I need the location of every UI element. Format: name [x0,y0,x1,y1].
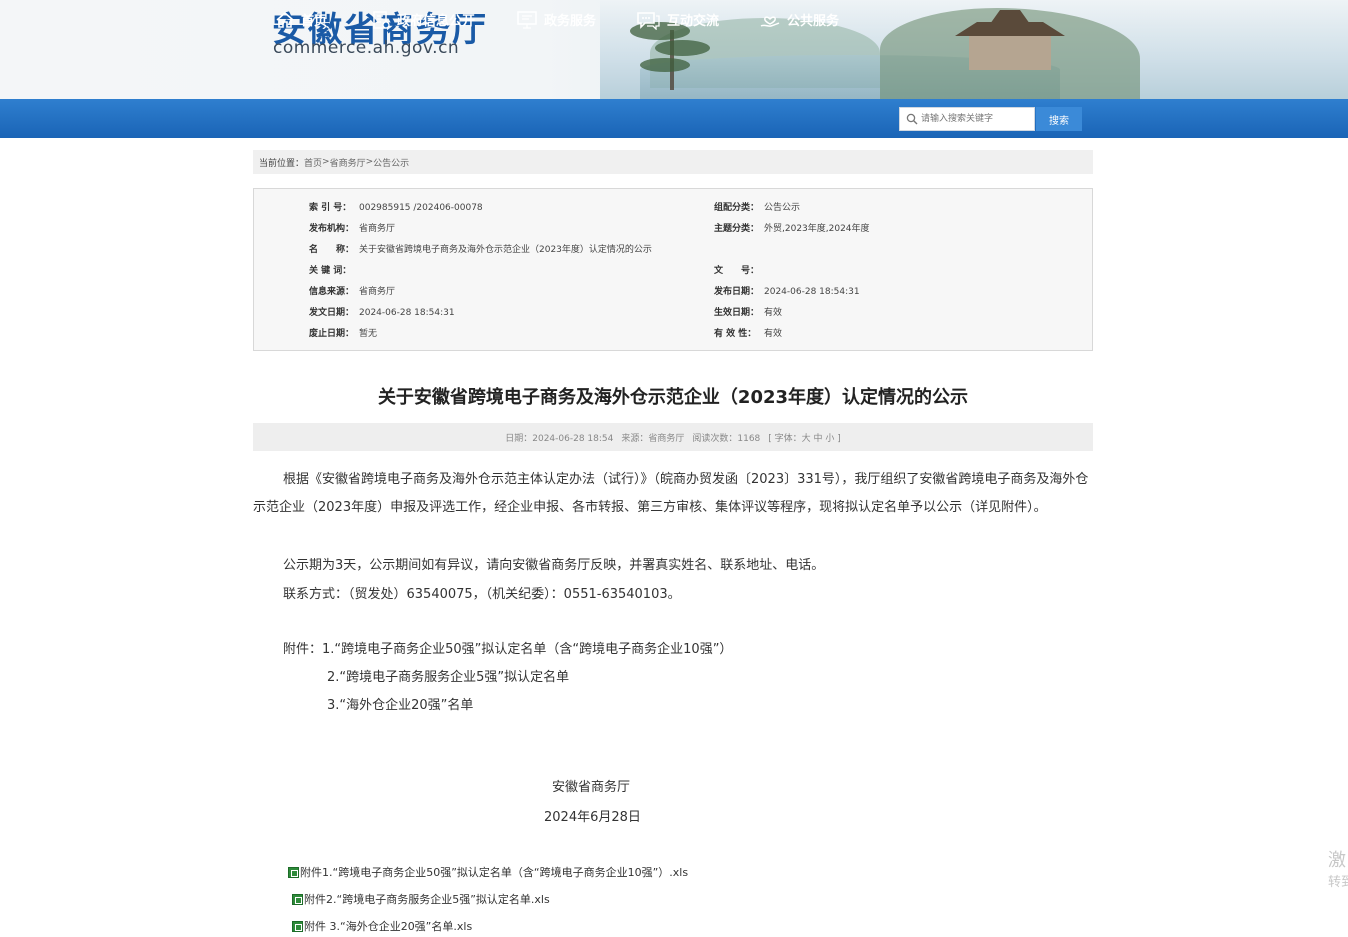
article-source: 来源：省商务厅 [621,433,685,444]
banner-temple [955,10,1065,70]
meta-effective-date: 生效日期： 有效 [714,308,783,318]
document-metadata: 索 引 号： 002985915 /202406-00078 发布机构： 省商务厅 … [253,188,1093,351]
nav-item-label: 政府信息公开 [397,14,476,29]
article-paragraph: 公示期为3天，公示期间如有异议，请向安徽省商务厅反映，并署真实姓名、联系地址、电… [283,558,825,573]
activation-watermark: 激 [1328,850,1346,871]
meta-source: 信息来源： 省商务厅 [309,287,396,297]
meta-doc-number: 文 号： [714,266,760,276]
attachment-list-item: 2.“跨境电子商务服务企业5强”拟认定名单 [327,670,570,685]
meta-publish-date: 发布日期： 2024-06-28 18:54:31 [714,287,860,297]
signature-org: 安徽省商务厅 [552,780,631,795]
search-icon [906,113,918,125]
meta-issue-date: 发文日期： 2024-06-28 18:54:31 [309,308,455,318]
attachment-file-link[interactable]: 附件1.“跨境电子商务企业50强”拟认定名单（含“跨境电子商务企业10强”）.x… [288,864,688,880]
excel-file-icon [292,920,303,932]
article-views: 阅读次数：1168 [692,433,761,444]
meta-name: 名 称： 关于安徽省跨境电子商务及海外仓示范企业（2023年度）认定情况的公示 [309,245,652,255]
breadcrumb: 当前位置： 首页 > 省商务厅 > 公告公示 [253,150,1093,174]
chat-icon [637,11,660,30]
nav-item-interaction[interactable]: 互动交流 [635,0,719,39]
article-date: 日期：2024-06-28 18:54 [505,433,614,444]
nav-item-gov-info[interactable]: 政府信息公开 [371,0,475,39]
nav-item-label: 互动交流 [667,14,720,29]
search-box [899,107,1035,131]
attachment-file-link[interactable]: 附件2.“跨境电子商务服务企业5强”拟认定名单.xls [292,891,550,907]
article-info-bar: 日期：2024-06-28 18:54 来源：省商务厅 阅读次数：1168 [ … [253,423,1093,451]
nav-item-home[interactable]: 首页 [275,0,327,39]
search-input[interactable] [921,110,1033,128]
monitor-icon [517,10,537,29]
activation-watermark-sub: 转到 [1328,875,1348,890]
meta-index: 索 引 号： 002985915 /202406-00078 [309,203,483,213]
attachment-list-item: 附件：1.“跨境电子商务企业50强”拟认定名单（含“跨境电子商务企业10强”） [283,642,733,657]
meta-keywords: 关 键 词： [309,266,352,276]
excel-file-icon [292,893,303,905]
article-paragraph: 根据《安徽省跨境电子商务及海外仓示范主体认定办法（试行）》（皖商办贸发函〔202… [253,472,1089,515]
nav-item-label: 公共服务 [787,14,840,29]
font-size-switcher[interactable]: [ 字体：大 中 小 ] [768,431,840,444]
attachment-file-name[interactable]: 附件 3.“海外仓企业20强”名单.xls [304,918,472,934]
meta-topic: 主题分类： 外贸,2023年度,2024年度 [714,224,870,234]
attachment-file-link[interactable]: 附件 3.“海外仓企业20强”名单.xls [292,918,472,934]
article-title: 关于安徽省跨境电子商务及海外仓示范企业（2023年度）认定情况的公示 [377,387,969,408]
main-nav [0,99,1348,138]
meta-validity: 有 效 性： 有效 [714,329,783,339]
breadcrumb-separator: > [365,157,374,167]
meta-expiry-date: 废止日期： 暂无 [309,329,378,339]
search-button[interactable]: 搜索 [1036,107,1082,131]
meta-category: 组配分类： 公告公示 [714,203,801,213]
attachment-file-name[interactable]: 附件1.“跨境电子商务企业50强”拟认定名单（含“跨境电子商务企业10强”）.x… [300,864,688,880]
article-contact: 联系方式：（贸发处）63540075，（机关纪委）：0551-63540103。 [283,587,681,602]
excel-file-icon [288,866,299,878]
breadcrumb-link-home[interactable]: 首页 [304,156,322,169]
home-icon [276,11,294,28]
signature-date: 2024年6月28日 [544,810,641,825]
breadcrumb-label: 当前位置： [259,158,305,169]
heart-hand-icon [760,15,780,27]
breadcrumb-separator: > [322,157,330,167]
nav-item-gov-service[interactable]: 政务服务 [516,0,596,39]
breadcrumb-link-notices[interactable]: 公告公示 [373,156,409,169]
nav-item-label: 政务服务 [544,14,597,29]
document-list-icon [373,10,390,29]
attachment-list-item: 3.“海外仓企业20强”名单 [327,698,474,713]
nav-item-public-service[interactable]: 公共服务 [759,0,839,39]
site-domain: commerce.ah.gov.cn [273,38,460,58]
nav-item-label: 首页 [301,14,328,29]
attachment-file-name[interactable]: 附件2.“跨境电子商务服务企业5强”拟认定名单.xls [304,891,550,907]
meta-publisher: 发布机构： 省商务厅 [309,224,396,234]
breadcrumb-link-department[interactable]: 省商务厅 [330,156,366,169]
